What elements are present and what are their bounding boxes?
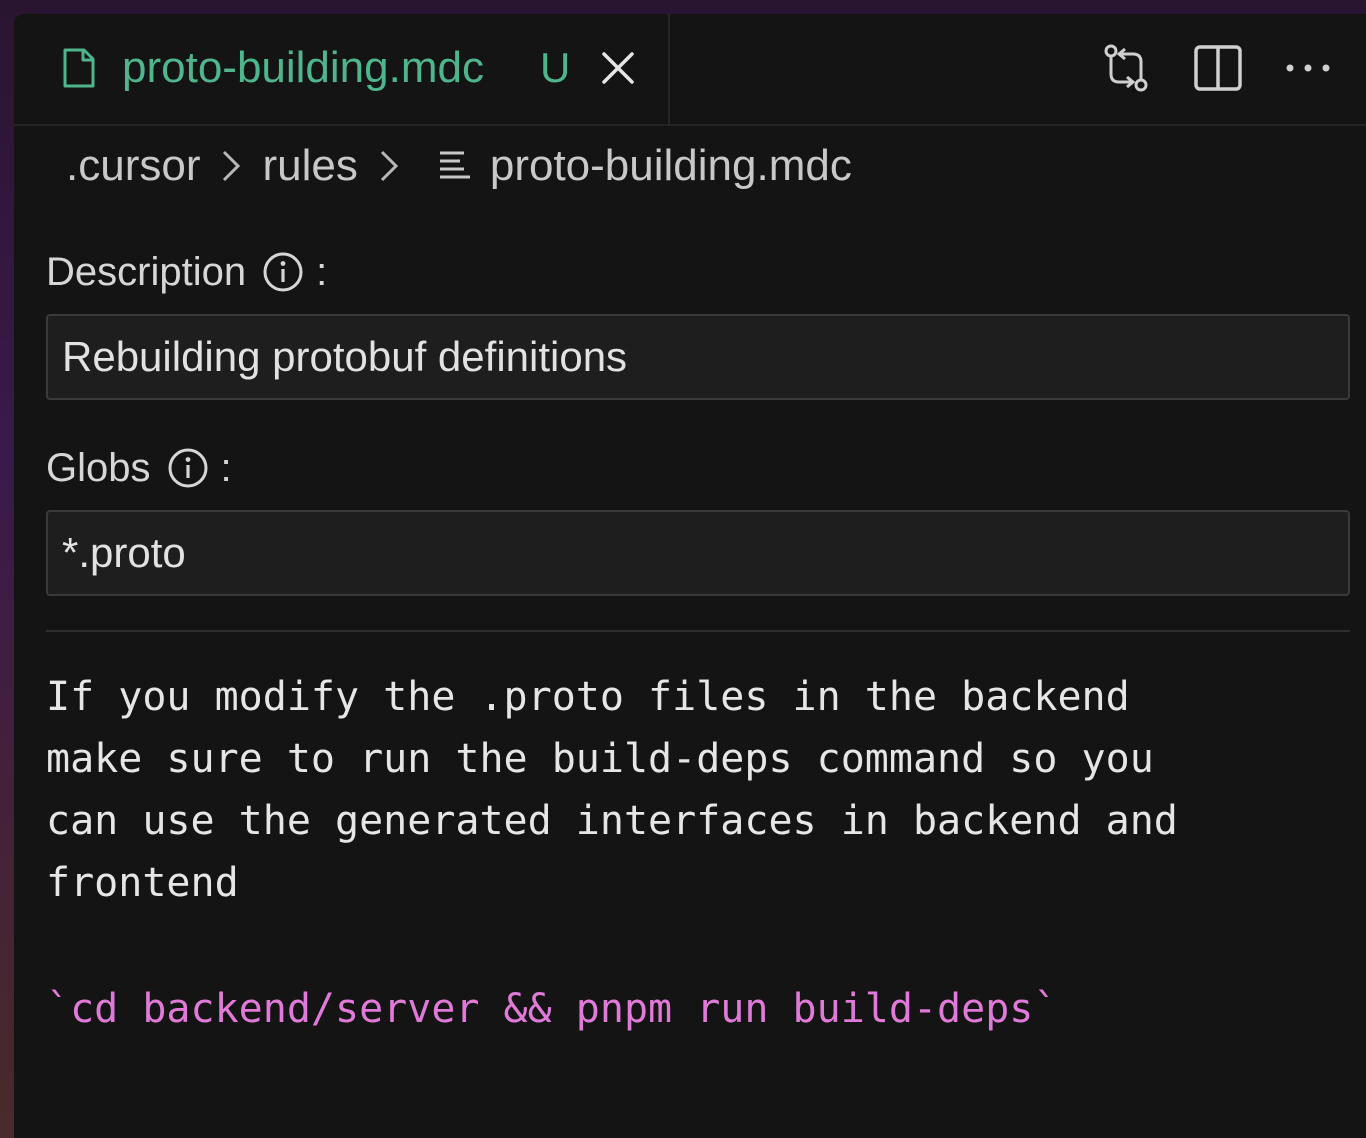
description-label-colon: : <box>316 249 328 294</box>
info-icon[interactable] <box>167 447 209 489</box>
body-line: frontend <box>46 860 239 906</box>
chevron-right-icon <box>223 150 241 182</box>
tab-proto-building[interactable]: proto-building.mdc U <box>14 14 670 126</box>
breadcrumb: .cursor rules proto-building.mdc <box>66 138 852 194</box>
body-line: make sure to run the build-deps command … <box>46 736 1154 782</box>
divider <box>46 630 1350 632</box>
tab-title: proto-building.mdc <box>122 43 484 92</box>
file-icon <box>63 48 95 88</box>
body-line: If you modify the .proto files in the ba… <box>46 674 1130 720</box>
breadcrumb-item-rules[interactable]: rules <box>262 141 357 191</box>
description-input[interactable] <box>46 314 1350 400</box>
close-icon[interactable] <box>600 50 636 86</box>
info-icon[interactable] <box>262 251 304 293</box>
globs-label-colon: : <box>220 445 232 490</box>
more-actions-icon[interactable] <box>1282 42 1334 94</box>
tab-status-badge: U <box>540 44 571 91</box>
git-compare-icon[interactable] <box>1100 42 1152 94</box>
inline-code-command[interactable]: `cd backend/server && pnpm run build-dep… <box>46 978 1057 1040</box>
tab-bar: proto-building.mdc U <box>14 14 1366 126</box>
breadcrumb-item-file[interactable]: proto-building.mdc <box>490 141 852 191</box>
breadcrumb-item-cursor[interactable]: .cursor <box>66 141 200 191</box>
globs-label: Globs <box>46 445 151 490</box>
rule-body-text[interactable]: If you modify the .proto files in the ba… <box>46 666 1346 914</box>
list-file-icon <box>439 151 470 179</box>
globs-label-row: Globs : <box>46 440 232 496</box>
globs-input[interactable] <box>46 510 1350 596</box>
description-label: Description <box>46 249 247 294</box>
editor-window: proto-building.mdc U .cursor rules proto… <box>14 14 1366 1138</box>
description-label-row: Description : <box>46 244 327 300</box>
split-editor-icon[interactable] <box>1192 42 1244 94</box>
body-line: can use the generated interfaces in back… <box>46 798 1178 844</box>
chevron-right-icon <box>380 150 398 182</box>
